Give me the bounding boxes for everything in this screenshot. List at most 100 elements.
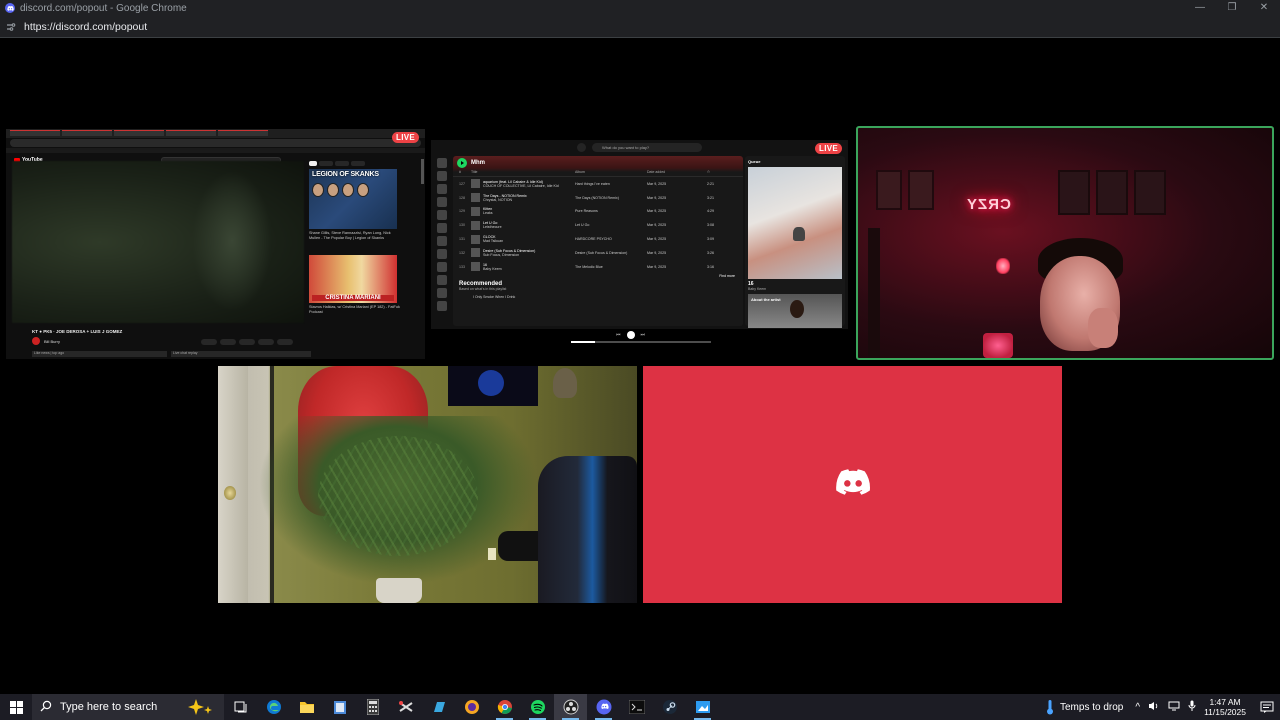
discord-icon[interactable] bbox=[587, 694, 620, 720]
track-thumbnail bbox=[471, 193, 480, 203]
edge-icon[interactable] bbox=[257, 694, 290, 720]
track-artist: Sub Focus, Dimension bbox=[483, 252, 520, 257]
gaming-chair bbox=[538, 456, 637, 603]
track-date: Mar 9, 2025 bbox=[647, 209, 667, 214]
find-more-link: Find more bbox=[719, 273, 735, 278]
track-date: Mar 9, 2025 bbox=[647, 195, 667, 200]
track-duration: 3:08 bbox=[707, 223, 714, 228]
window-titlebar: discord.com/popout - Google Chrome — ❐ ✕ bbox=[0, 0, 1280, 16]
track-row: 129 Kitten Leaks Pure Reasons Mar 9, 2025 4:2… bbox=[453, 205, 743, 219]
spotify-player-bar: ⏮ ⏭ bbox=[431, 329, 848, 345]
channel-avatar bbox=[32, 337, 40, 345]
track-artist: Baby Keem bbox=[483, 266, 502, 271]
door bbox=[218, 366, 248, 603]
stream-tile-webcam-speaking[interactable]: CRZY bbox=[856, 126, 1274, 360]
spotify-icon[interactable] bbox=[521, 694, 554, 720]
track-album: Desire (Sub Focus & Dimension) bbox=[575, 250, 628, 255]
restore-button[interactable]: ❐ bbox=[1216, 0, 1248, 16]
notepad-icon[interactable] bbox=[323, 694, 356, 720]
clock[interactable]: 1:47 AM 11/15/2025 bbox=[1204, 697, 1246, 717]
terminal-icon[interactable] bbox=[620, 694, 653, 720]
file-explorer-icon[interactable] bbox=[290, 694, 323, 720]
album-art bbox=[748, 167, 842, 279]
weather-widget[interactable]: Temps to drop bbox=[1046, 699, 1123, 715]
url-text[interactable]: https://discord.com/popout bbox=[24, 21, 147, 33]
spotify-search-input: What do you want to play? bbox=[592, 142, 702, 152]
paint-icon[interactable] bbox=[686, 694, 719, 720]
browser-tabs bbox=[6, 129, 425, 138]
stream-tile-no-video[interactable] bbox=[643, 366, 1062, 603]
track-thumbnail bbox=[471, 248, 480, 258]
track-duration: 3:26 bbox=[707, 250, 714, 255]
chrome-icon[interactable] bbox=[488, 694, 521, 720]
track-artist: Leisthecure bbox=[483, 225, 502, 230]
clock-date: 11/15/2025 bbox=[1204, 707, 1246, 717]
playlist-title: Mhm bbox=[471, 160, 485, 166]
snipping-tool-icon[interactable] bbox=[389, 694, 422, 720]
previous-icon: ⏮ bbox=[616, 332, 621, 338]
youtube-video-player bbox=[12, 161, 304, 323]
site-info-icon[interactable] bbox=[5, 21, 17, 33]
window-controls: — ❐ ✕ bbox=[1184, 0, 1280, 16]
track-album: The Melodic Blue bbox=[575, 264, 603, 269]
spotify-playlist: Mhm # Title Album Date added ⏱ 127 aquari… bbox=[453, 156, 743, 326]
track-number: 131 bbox=[459, 237, 465, 242]
track-date: Mar 9, 2025 bbox=[647, 223, 667, 228]
app-icon-blue[interactable] bbox=[422, 694, 455, 720]
stream-tile-spotify[interactable]: What do you want to play? Mhm # Title Al… bbox=[431, 140, 848, 345]
address-bar: https://discord.com/popout bbox=[0, 16, 1280, 38]
minimize-button[interactable]: — bbox=[1184, 0, 1216, 16]
steam-icon[interactable] bbox=[653, 694, 686, 720]
start-button[interactable] bbox=[0, 694, 32, 720]
track-row: 132 Desire (Sub Focus & Dimension) Sub Foc… bbox=[453, 246, 743, 260]
discord-logo-icon bbox=[835, 469, 870, 500]
track-number: 132 bbox=[459, 250, 465, 255]
stream-tile-youtube[interactable]: YouTube KT ● PK5 · JOE DEROSA + LUIS J G… bbox=[6, 129, 425, 359]
about-artist-card: About the artist bbox=[748, 294, 842, 328]
track-number: 128 bbox=[459, 195, 465, 200]
volume-icon[interactable] bbox=[1148, 701, 1160, 714]
youtube-actions bbox=[201, 339, 293, 345]
notification-center-icon[interactable] bbox=[1254, 694, 1280, 720]
track-duration: 2:21 bbox=[707, 181, 714, 186]
progress-bar bbox=[571, 341, 711, 343]
wall-outlet bbox=[488, 548, 496, 560]
now-playing-artist: Baby Keem bbox=[748, 287, 767, 291]
track-duration: 4:29 bbox=[707, 209, 714, 214]
spotify-now-playing-panel: Queue 16 Baby Keem About the artist bbox=[745, 156, 845, 328]
recommended-track: I Only Smoke When I Drink bbox=[473, 294, 516, 299]
track-number: 127 bbox=[459, 181, 465, 186]
channel-name: Bill Burry bbox=[44, 338, 61, 344]
sidebar-caption-2: Stavros Halkias, w/ Cristina Mariani (EP… bbox=[309, 305, 400, 314]
stream-tile-webcam-room[interactable] bbox=[218, 366, 637, 603]
track-title: Kitten bbox=[483, 207, 493, 212]
app-icon-shield[interactable] bbox=[455, 694, 488, 720]
youtube-chips bbox=[309, 161, 401, 166]
track-album: The Days (NOTION Remix) bbox=[575, 195, 619, 200]
shelf bbox=[868, 228, 880, 358]
track-number: 130 bbox=[459, 223, 465, 228]
search-placeholder: Type here to search bbox=[60, 701, 158, 713]
track-duration: 3:21 bbox=[707, 195, 714, 200]
close-button[interactable]: ✕ bbox=[1248, 0, 1280, 16]
track-artist: Mad Tsikuan bbox=[483, 239, 504, 244]
thermometer-icon bbox=[1047, 700, 1053, 715]
taskbar-search-input[interactable]: Type here to search bbox=[32, 694, 224, 720]
neon-sign: CRZY bbox=[966, 196, 1011, 213]
network-icon[interactable] bbox=[1168, 701, 1180, 714]
microphone-icon[interactable] bbox=[1188, 700, 1196, 714]
pause-icon bbox=[626, 331, 635, 339]
task-view-icon[interactable] bbox=[224, 694, 257, 720]
plant-pot bbox=[376, 578, 422, 603]
poster bbox=[448, 366, 538, 406]
system-tray: Temps to drop ^ 1:47 AM 11/15/2025 bbox=[1046, 694, 1280, 720]
obs-icon[interactable] bbox=[554, 694, 587, 720]
sidebar-thumbnail-1: LEGION OF SKANKS bbox=[309, 169, 397, 229]
browser-url-bar bbox=[10, 139, 421, 147]
calculator-icon[interactable] bbox=[356, 694, 389, 720]
youtube-live-chat-replay: Live chat replay bbox=[171, 351, 311, 357]
chevron-up-icon[interactable]: ^ bbox=[1135, 702, 1140, 713]
weather-text: Temps to drop bbox=[1060, 701, 1124, 713]
playlist-header: Mhm bbox=[453, 156, 743, 170]
track-list: 127 aquarium (feat. Lil Cabaire & Idle Ki… bbox=[453, 177, 743, 274]
